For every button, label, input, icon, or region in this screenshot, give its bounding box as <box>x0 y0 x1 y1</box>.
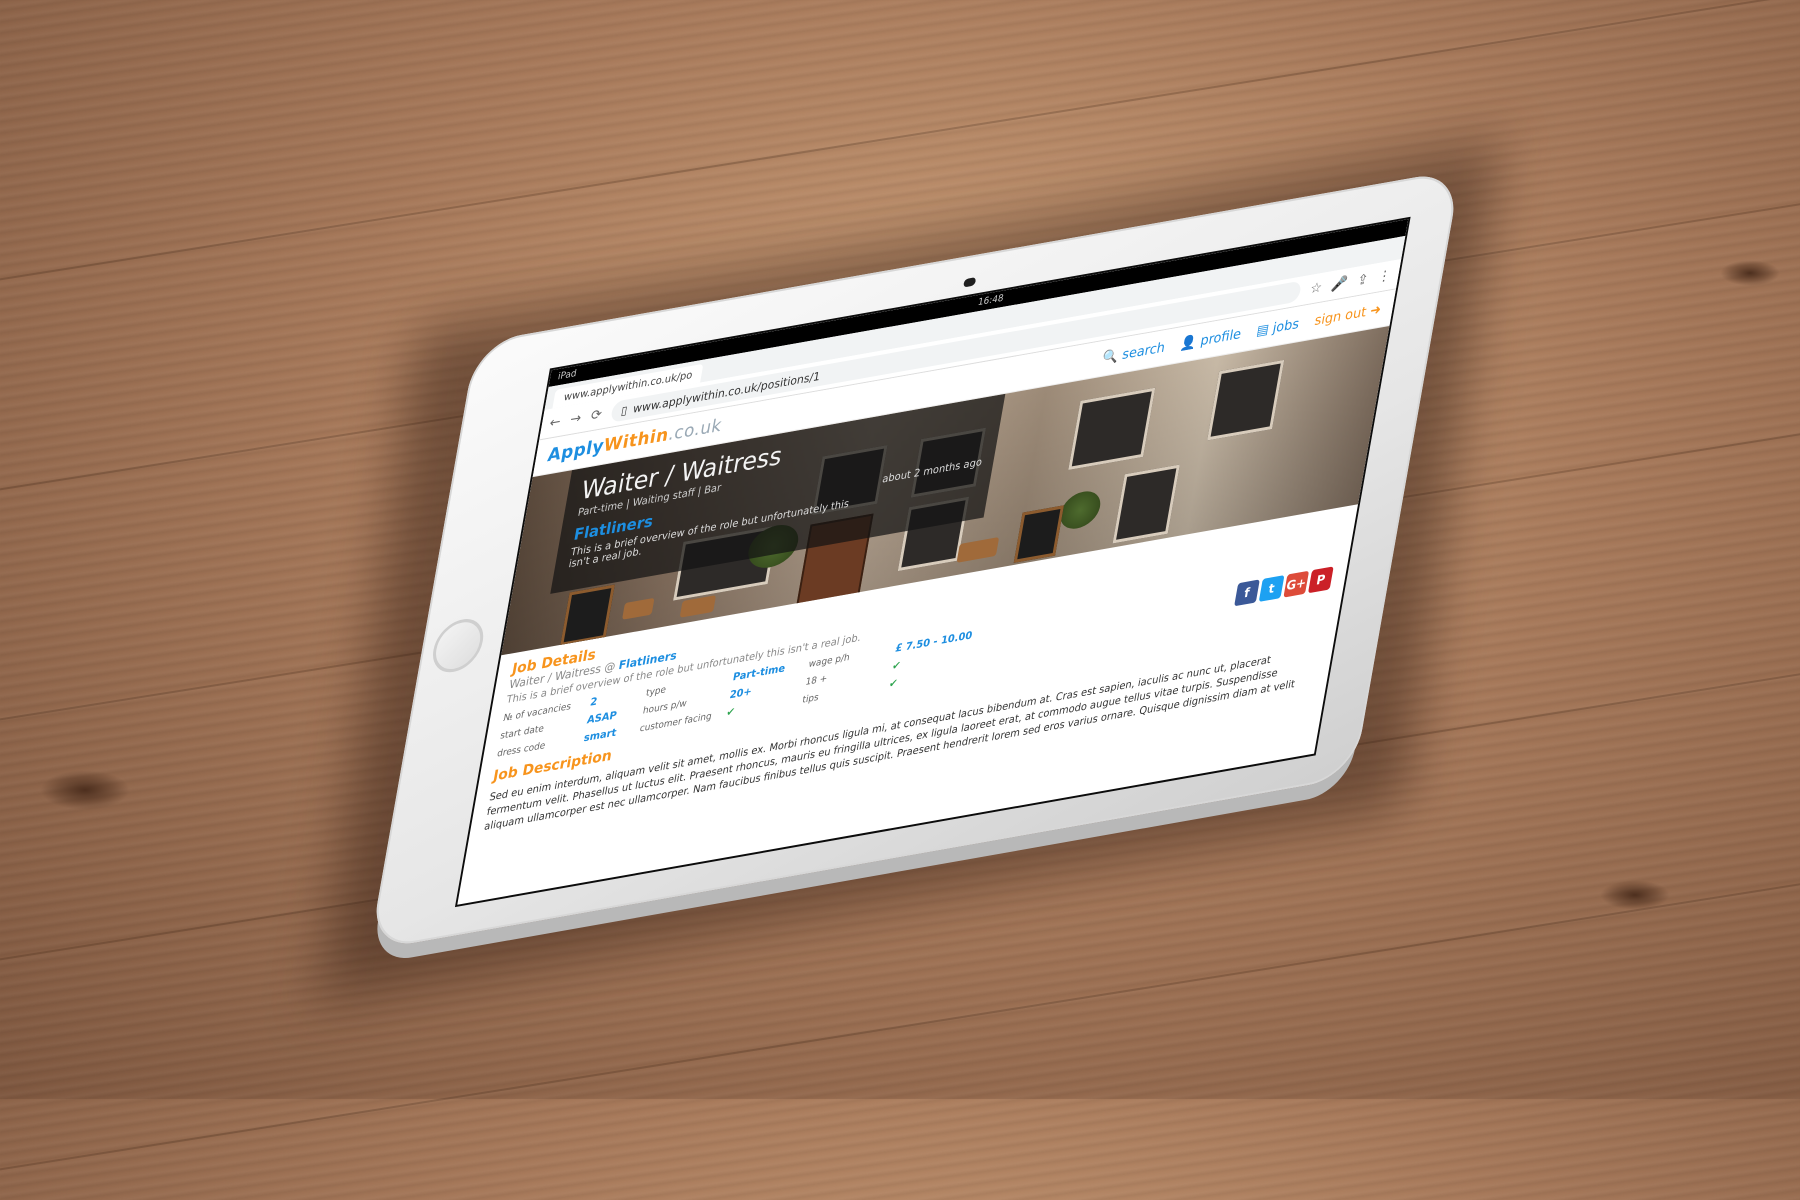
status-time: 16:48 <box>976 293 1005 309</box>
detail-value: 2 <box>589 696 599 709</box>
check-icon: ✔ <box>888 677 899 691</box>
chalkboard-sign <box>1013 505 1064 563</box>
google-plus-icon[interactable]: G+ <box>1283 570 1310 598</box>
logo-within: Within <box>602 424 671 457</box>
cafe-chair <box>956 537 1000 563</box>
camera-icon <box>963 277 977 288</box>
sign-out-icon: ➜ <box>1368 301 1383 320</box>
nav-profile[interactable]: 👤 profile <box>1179 326 1242 352</box>
logo-domain: .co.uk <box>666 415 724 446</box>
user-icon: 👤 <box>1179 333 1199 353</box>
check-icon: ✔ <box>725 706 736 720</box>
social-share-buttons: f t G+ P <box>1230 566 1334 630</box>
briefcase-icon: ▤ <box>1255 321 1271 340</box>
page-icon: ▯ <box>620 402 629 418</box>
nav-label: sign out <box>1313 304 1368 329</box>
facebook-icon[interactable]: f <box>1234 579 1260 607</box>
share-icon[interactable]: ⇪ <box>1356 271 1370 289</box>
microphone-icon[interactable]: 🎤 <box>1330 275 1349 294</box>
detail-value: 20+ <box>728 686 753 702</box>
nav-label: jobs <box>1271 315 1301 337</box>
tablet-device: iPad 16:48 www.applywithin.co.uk/po ← → … <box>369 169 1461 951</box>
reload-icon[interactable]: ⟳ <box>590 406 604 424</box>
pinterest-icon[interactable]: P <box>1307 566 1334 594</box>
wood-knot <box>1600 880 1670 910</box>
building-window <box>1068 387 1156 471</box>
nav-label: search <box>1121 339 1167 363</box>
back-icon[interactable]: ← <box>548 414 562 432</box>
cafe-chair <box>622 597 655 620</box>
wood-knot <box>1720 260 1780 286</box>
check-icon: ✔ <box>891 659 902 673</box>
detail-value: ASAP <box>585 709 618 727</box>
home-button[interactable] <box>428 615 488 677</box>
nav-label: profile <box>1199 326 1243 349</box>
plant <box>1057 488 1104 532</box>
bookmark-star-icon[interactable]: ☆ <box>1309 279 1323 297</box>
detail-value: smart <box>582 727 618 745</box>
wood-knot <box>40 770 130 810</box>
nav-jobs[interactable]: ▤ jobs <box>1255 316 1300 339</box>
building-window <box>1207 359 1285 441</box>
device-name: iPad <box>556 368 578 383</box>
nav-search[interactable]: 🔍 search <box>1101 340 1166 367</box>
menu-icon[interactable]: ⋮ <box>1377 267 1393 285</box>
logo-apply: Apply <box>545 435 606 467</box>
search-icon: 🔍 <box>1101 347 1120 367</box>
twitter-icon[interactable]: t <box>1258 575 1285 602</box>
chalkboard-sign <box>560 584 615 646</box>
forward-icon[interactable]: → <box>569 410 583 428</box>
building-window <box>1112 464 1180 544</box>
nav-sign-out[interactable]: sign out ➜ <box>1313 301 1382 328</box>
